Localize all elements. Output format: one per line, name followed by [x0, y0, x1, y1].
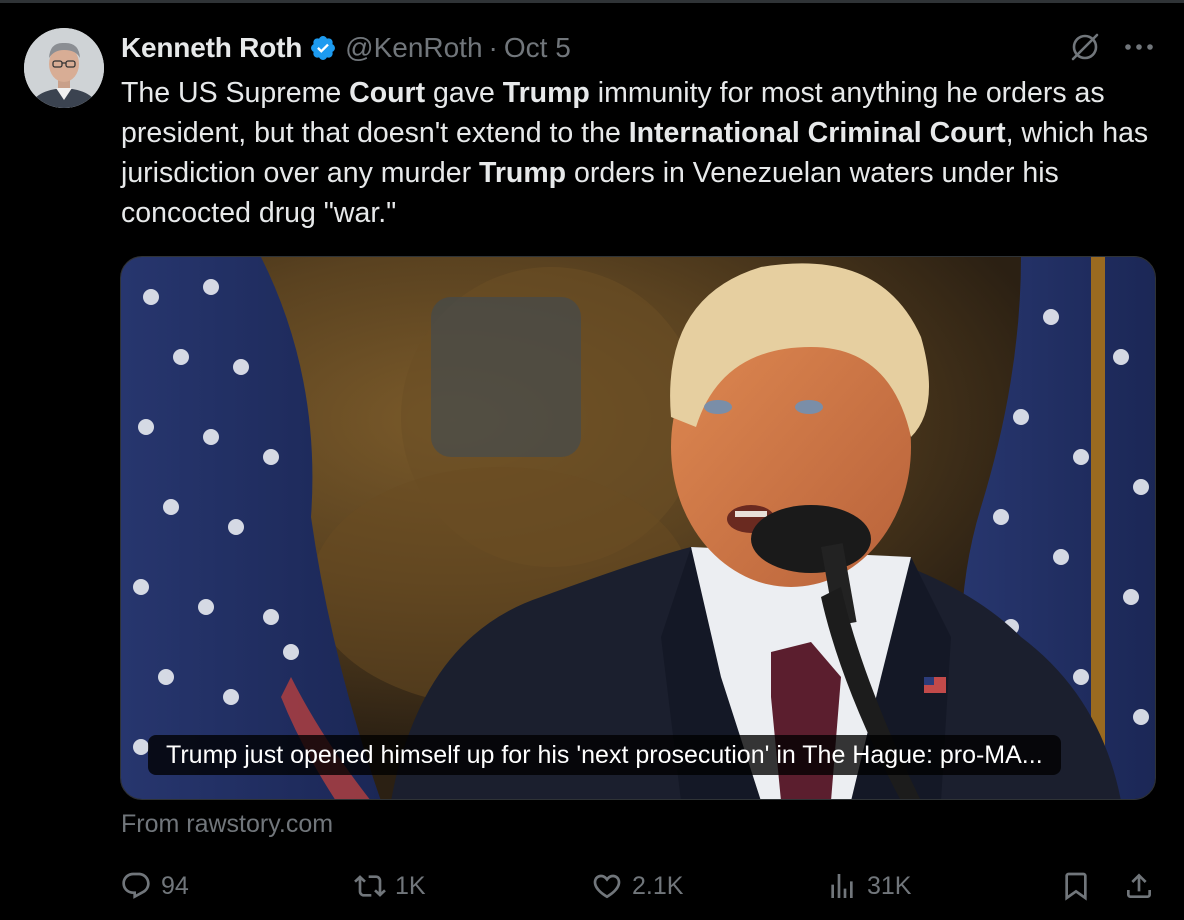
- tweet-date[interactable]: Oct 5: [504, 32, 571, 64]
- author-handle[interactable]: @KenRoth: [345, 32, 482, 64]
- tweet-text-bold-term: Trump: [502, 77, 590, 109]
- share-button[interactable]: [1123, 866, 1155, 906]
- action-bar: 94 1K 2.1K 31K: [120, 866, 1160, 906]
- tweet-text-bold-term: Trump: [478, 157, 567, 189]
- bookmark-icon: [1060, 870, 1092, 902]
- share-icon: [1123, 870, 1155, 902]
- views-count: 31K: [867, 871, 912, 900]
- header-actions: [1068, 30, 1154, 64]
- bookmark-button[interactable]: [1060, 866, 1092, 906]
- tweet-text-segment: The US Supreme: [121, 77, 350, 109]
- tweet-text: The US Supreme Court gave Trump immunity…: [121, 73, 1161, 233]
- link-source[interactable]: From rawstory.com: [121, 808, 333, 840]
- tweet-header: Kenneth Roth @KenRoth · Oct 5: [121, 30, 571, 66]
- reply-button[interactable]: 94: [120, 866, 189, 906]
- tweet-text-bold-term: Court: [349, 77, 426, 109]
- more-icon[interactable]: [1124, 42, 1154, 52]
- link-card[interactable]: Trump just opened himself up for his 'ne…: [120, 256, 1156, 800]
- reply-icon: [120, 870, 152, 902]
- link-card-caption[interactable]: Trump just opened himself up for his 'ne…: [148, 735, 1061, 775]
- repost-button[interactable]: 1K: [354, 866, 426, 906]
- separator-dot: ·: [488, 32, 498, 63]
- like-count: 2.1K: [632, 871, 684, 900]
- views-icon: [826, 870, 858, 902]
- like-button[interactable]: 2.1K: [591, 866, 683, 906]
- grok-icon[interactable]: [1068, 30, 1102, 64]
- verified-badge-icon[interactable]: [309, 34, 337, 62]
- top-divider: [0, 0, 1184, 3]
- tweet-text-segment: gave: [425, 77, 503, 109]
- tweet-text-bold-term: International Criminal Court: [628, 117, 1006, 149]
- repost-icon: [354, 870, 386, 902]
- avatar[interactable]: [24, 28, 104, 108]
- link-card-image: [121, 257, 1155, 799]
- repost-count: 1K: [395, 871, 426, 900]
- like-icon: [591, 870, 623, 902]
- author-name[interactable]: Kenneth Roth: [121, 32, 302, 64]
- views-button[interactable]: 31K: [826, 866, 911, 906]
- reply-count: 94: [161, 871, 189, 900]
